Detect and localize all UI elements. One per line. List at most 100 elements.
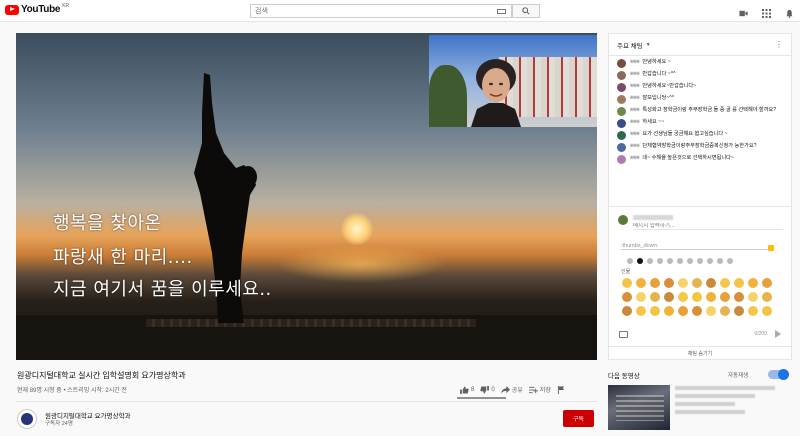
- chat-avatar[interactable]: [617, 143, 626, 152]
- emoji-button[interactable]: [664, 292, 674, 302]
- emoji-button[interactable]: [650, 292, 660, 302]
- emoji-button[interactable]: [678, 292, 688, 302]
- recommended-video-info[interactable]: [675, 386, 787, 426]
- chat-author[interactable]: ■■■: [630, 59, 639, 65]
- chat-avatar[interactable]: [617, 83, 626, 92]
- video-player[interactable]: 행복을 찾아온 파랑새 한 마리.... 지금 여기서 꿈을 이루세요..: [16, 33, 597, 360]
- chevron-down-icon[interactable]: ▼: [646, 42, 651, 48]
- emoji-button[interactable]: [636, 278, 646, 288]
- search-button[interactable]: [512, 4, 540, 18]
- emoji-category-icon[interactable]: [647, 258, 653, 264]
- chat-author[interactable]: ■■■: [630, 119, 639, 125]
- emoji-search-icon[interactable]: [768, 245, 774, 251]
- emoji-category-icon[interactable]: [717, 258, 723, 264]
- chat-message: ■■■ 요가 선생님들 궁금해요 뵙고싶습니다 ~: [617, 131, 783, 140]
- chat-avatar[interactable]: [617, 95, 626, 104]
- keyboard-icon[interactable]: [497, 8, 506, 14]
- like-button[interactable]: 8: [460, 385, 474, 394]
- chat-text: 안녕하세요~반갑습니다~: [642, 83, 697, 89]
- hide-chat-button[interactable]: 채팅 숨기기: [609, 346, 791, 360]
- channel-avatar[interactable]: [17, 409, 37, 429]
- notification-bell-icon[interactable]: [785, 5, 794, 18]
- search-input[interactable]: [251, 5, 497, 17]
- chat-author[interactable]: ■■■: [630, 143, 639, 149]
- autoplay-toggle[interactable]: [768, 369, 789, 380]
- emoji-button[interactable]: [664, 278, 674, 288]
- emoji-button[interactable]: [706, 278, 716, 288]
- chat-input[interactable]: [633, 223, 783, 230]
- subscribe-button[interactable]: 구독: [563, 410, 594, 427]
- emoji-button[interactable]: [734, 306, 744, 316]
- youtube-logo[interactable]: YouTube KR: [5, 3, 69, 15]
- more-options-icon[interactable]: ⋮: [775, 40, 783, 49]
- emoji-button[interactable]: [720, 292, 730, 302]
- chat-mode-selector[interactable]: 주요 채팅: [617, 40, 643, 50]
- webcam-tree: [429, 65, 467, 127]
- emoji-button[interactable]: [706, 292, 716, 302]
- emoji-button[interactable]: [636, 306, 646, 316]
- emoji-category-icon[interactable]: [697, 258, 703, 264]
- emoji-button[interactable]: [678, 306, 688, 316]
- emoji-button[interactable]: [678, 278, 688, 288]
- emoji-button[interactable]: [650, 278, 660, 288]
- emoji-button[interactable]: [692, 306, 702, 316]
- like-ratio-fill: [457, 397, 506, 399]
- emoji-button[interactable]: [748, 306, 758, 316]
- chat-author[interactable]: ■■■: [630, 155, 639, 161]
- chat-avatar[interactable]: [617, 155, 626, 164]
- emoji-button[interactable]: [622, 292, 632, 302]
- emoji-button[interactable]: [706, 306, 716, 316]
- emoji-button[interactable]: [748, 278, 758, 288]
- chat-author[interactable]: ■■■: [630, 71, 639, 77]
- save-button[interactable]: 저장: [528, 385, 551, 394]
- chat-author[interactable]: ■■■: [630, 95, 639, 101]
- chat-avatar[interactable]: [617, 59, 626, 68]
- chat-author[interactable]: ■■■: [630, 83, 639, 89]
- emoji-button[interactable]: [762, 292, 772, 302]
- recommended-video-thumbnail[interactable]: [608, 385, 670, 430]
- chat-avatar[interactable]: [617, 131, 626, 140]
- emoji-category-icon[interactable]: [687, 258, 693, 264]
- emoji-picker-icon[interactable]: [619, 330, 628, 338]
- emoji-button[interactable]: [650, 306, 660, 316]
- create-video-icon[interactable]: [739, 5, 748, 17]
- emoji-category-icon[interactable]: [667, 258, 673, 264]
- emoji-button[interactable]: [622, 306, 632, 316]
- emoji-button[interactable]: [762, 278, 772, 288]
- emoji-category-icon[interactable]: [727, 258, 733, 264]
- emoji-category-icon[interactable]: [627, 258, 633, 264]
- emoji-category-icon[interactable]: [677, 258, 683, 264]
- emoji-button[interactable]: [734, 292, 744, 302]
- emoji-button[interactable]: [762, 306, 772, 316]
- share-button[interactable]: 공유: [500, 385, 523, 394]
- send-icon[interactable]: [775, 330, 781, 338]
- emoji-button[interactable]: [692, 292, 702, 302]
- emoji-category-icon[interactable]: [637, 258, 643, 264]
- emoji-button[interactable]: [734, 278, 744, 288]
- emoji-button[interactable]: [664, 306, 674, 316]
- dislike-button[interactable]: 0: [480, 385, 495, 394]
- emoji-category-icon[interactable]: [657, 258, 663, 264]
- chat-author[interactable]: ■■■: [630, 131, 639, 137]
- emoji-button[interactable]: [720, 306, 730, 316]
- chat-bottom-bar: 0/200: [609, 322, 791, 346]
- subtitle-line: 파랑새 한 마리....: [53, 247, 193, 268]
- emoji-button[interactable]: [622, 278, 632, 288]
- apps-grid-icon[interactable]: [762, 5, 771, 18]
- emoji-search-input[interactable]: [621, 243, 771, 250]
- emoji-category-icon[interactable]: [707, 258, 713, 264]
- chat-message-body: ■■■ 네~ 수해율 높은것으로 선택하시면됩니다~: [630, 155, 734, 164]
- emoji-button[interactable]: [720, 278, 730, 288]
- chat-author[interactable]: ■■■: [630, 107, 639, 113]
- report-button[interactable]: [557, 385, 566, 394]
- chat-avatar[interactable]: [617, 119, 626, 128]
- emoji-button[interactable]: [636, 292, 646, 302]
- chat-avatar[interactable]: [617, 107, 626, 116]
- emoji-button[interactable]: [692, 278, 702, 288]
- logo-text: YouTube: [21, 4, 61, 15]
- chat-avatar[interactable]: [617, 71, 626, 80]
- chat-message-body: ■■■ 안녕하세요 ~: [630, 59, 671, 68]
- chat-message-body: ■■■ 단체협약장학금이랑주부장학금중복신청가 능한가요?: [630, 143, 757, 152]
- divider: [16, 401, 597, 402]
- emoji-button[interactable]: [748, 292, 758, 302]
